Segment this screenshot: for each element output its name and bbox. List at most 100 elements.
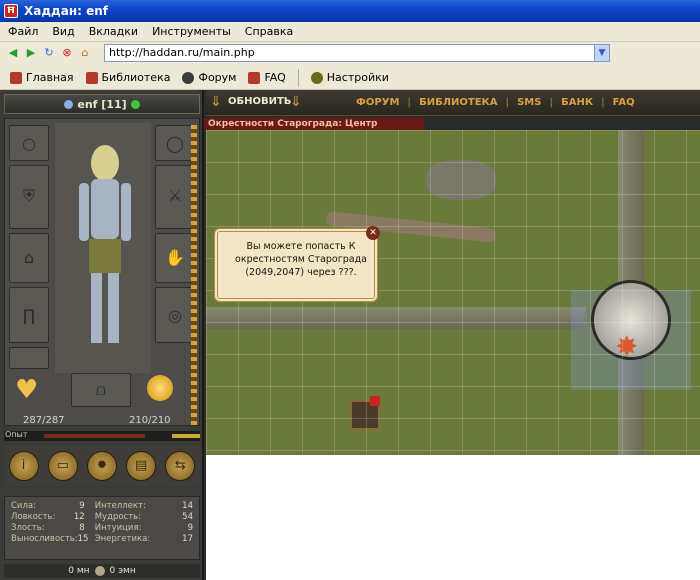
link-library[interactable]: БИБЛИОТЕКА [419, 97, 497, 108]
stat-row: Ловкость: 12 Мудрость: 54 [11, 512, 193, 522]
slot-armor[interactable]: ⌂ [9, 233, 49, 283]
menu-item-file[interactable]: Файл [8, 25, 38, 38]
arrow-down-icon[interactable]: ⇓ [210, 94, 222, 110]
window-titlebar: Ħ Хаддан: enf [0, 0, 700, 22]
experience-bar: Опыт [4, 430, 200, 441]
money-mn: 0 мн [68, 566, 90, 576]
menu-item-help[interactable]: Справка [245, 25, 293, 38]
separator [297, 68, 299, 87]
experience-fill [44, 434, 145, 438]
sword-icon: ⚔ [167, 186, 183, 205]
link-bank[interactable]: БАНК [561, 97, 593, 108]
shield-icon: ⛨ [22, 186, 35, 205]
equipment-panel: ○ ⛨ ⌂ ∏ ◯ ⚔ ✋ ◎ ⩍ ♥ 287/287 210/210 [4, 118, 200, 426]
health-icon: ♥ [15, 375, 39, 405]
home-icon[interactable]: ⌂ [78, 46, 92, 60]
bracelet-icon: ◎ [168, 306, 182, 325]
info-button[interactable]: i [8, 451, 39, 481]
player-name-bar: enf [11] [4, 94, 200, 114]
menu-bar: Файл Вид Вкладки Инструменты Справка [0, 22, 700, 42]
game-top-nav: ⇓ ОБНОВИТЬ ⇓ ФОРУМ | БИБЛИОТЕКА | SMS | БАН… [206, 90, 700, 116]
book-button[interactable]: ▤ [126, 451, 157, 481]
menu-item-tools[interactable]: Инструменты [152, 25, 231, 38]
forum-icon [182, 71, 195, 84]
location-title: Окрестности Старограда: Центр (2048,2047… [204, 118, 424, 141]
back-icon[interactable]: ◀ [6, 46, 20, 60]
abilities-button[interactable]: ✹ [86, 451, 117, 481]
hp-value: 287/287 [23, 415, 65, 426]
bookmark-forum[interactable]: Форум [182, 71, 236, 84]
bookmark-home[interactable]: Главная [10, 71, 74, 84]
bookmark-settings[interactable]: Настройки [310, 71, 389, 84]
url-text: http://haddan.ru/main.php [109, 46, 255, 59]
url-input[interactable]: http://haddan.ru/main.php ▼ [104, 44, 610, 62]
url-dropdown-icon[interactable]: ▼ [594, 45, 609, 61]
ring-icon: ◯ [166, 134, 184, 153]
separator: | [505, 97, 510, 108]
armor-icon: ⌂ [23, 248, 35, 267]
online-icon [130, 99, 140, 109]
slot-weapon[interactable]: ⚔ [155, 165, 195, 229]
slot-legs[interactable]: ∏ [9, 287, 49, 343]
slot-amulet[interactable]: ⛨ [9, 165, 49, 229]
separator: | [407, 97, 412, 108]
slot-helmet[interactable]: ◯ [155, 125, 195, 161]
stat-row: Злость: 8 Интуиция: 9 [11, 523, 193, 533]
link-forum[interactable]: ФОРУМ [356, 97, 399, 108]
coin-icon [94, 566, 105, 576]
boots-icon: ⩍ [95, 380, 107, 399]
separator: | [601, 97, 605, 108]
inventory-button[interactable]: ▭ [47, 451, 78, 481]
chain-decoration [191, 125, 197, 425]
stop-icon[interactable]: ⊗ [60, 46, 74, 60]
slot-earring[interactable]: ○ [9, 125, 49, 161]
slot-belt[interactable] [9, 347, 49, 369]
bookmark-faq[interactable]: FAQ [248, 71, 286, 84]
character-figure [79, 145, 131, 343]
game-area: enf [11] ○ ⛨ ⌂ ∏ ◯ ⚔ ✋ ◎ ⩍ ♥ 287/287 210… [0, 90, 700, 580]
arrow-down-icon[interactable]: ⇓ [290, 94, 302, 110]
link-faq[interactable]: FAQ [613, 97, 635, 108]
shield-icon: Ħ [4, 4, 18, 18]
mana-icon [147, 375, 173, 401]
action-buttons: i ▭ ✹ ▤ ⇆ [4, 446, 200, 486]
haddan-icon [85, 71, 98, 84]
link-sms[interactable]: SMS [517, 97, 541, 108]
slot-boots[interactable]: ⩍ [71, 373, 131, 407]
haddan-icon [248, 71, 261, 84]
stat-row: Выносливость: 15 Энергетика: 17 [11, 534, 193, 544]
bookmark-library[interactable]: Библиотека [85, 71, 170, 84]
experience-label: Опыт [5, 430, 28, 439]
character-avatar[interactable] [55, 123, 151, 373]
gloves-icon: ✋ [165, 248, 185, 267]
stats-panel: Сила: 9 Интеллект: 14 Ловкость: 12 Мудрость… [4, 496, 200, 560]
menu-item-tabs[interactable]: Вкладки [89, 25, 138, 38]
character-panel: enf [11] ○ ⛨ ⌂ ∏ ◯ ⚔ ✋ ◎ ⩍ ♥ 287/287 210… [0, 90, 204, 580]
stat-row: Сила: 9 Интеллект: 14 [11, 501, 193, 511]
menu-item-view[interactable]: Вид [52, 25, 74, 38]
haddan-icon [10, 71, 22, 84]
settings-icon [310, 71, 323, 84]
separator: | [549, 97, 554, 108]
money-bar: 0 мн 0 эмн [4, 564, 200, 578]
top-links: ФОРУМ | БИБЛИОТЕКА | SMS | БАНК | FAQ [356, 97, 643, 108]
slot-gloves[interactable]: ✋ [155, 233, 195, 283]
earring-icon: ○ [22, 134, 36, 153]
mp-value: 210/210 [129, 415, 171, 426]
clan-icon [64, 99, 74, 109]
slot-ring[interactable]: ◎ [155, 287, 195, 343]
experience-marker [172, 434, 200, 438]
address-bar: ◀ ▶ ↻ ⊗ ⌂ http://haddan.ru/main.php ▼ [0, 42, 700, 64]
window-title: Хаддан: enf [24, 4, 108, 18]
forward-icon[interactable]: ▶ [24, 46, 38, 60]
tooltip-text: Вы можете попасть К окрестностям Старогр… [235, 241, 367, 278]
bookmarks-bar: Главная Библиотека Форум FAQ Настройки [0, 66, 700, 90]
legs-icon: ∏ [22, 306, 36, 325]
player-name[interactable]: enf [11] [77, 98, 126, 111]
money-emn: 0 эмн [109, 566, 136, 576]
chat-area [206, 455, 700, 580]
close-icon[interactable]: ✕ [366, 226, 380, 240]
transfer-button[interactable]: ⇆ [165, 451, 196, 481]
refresh-button[interactable]: ОБНОВИТЬ [228, 96, 291, 107]
reload-icon[interactable]: ↻ [42, 46, 56, 60]
